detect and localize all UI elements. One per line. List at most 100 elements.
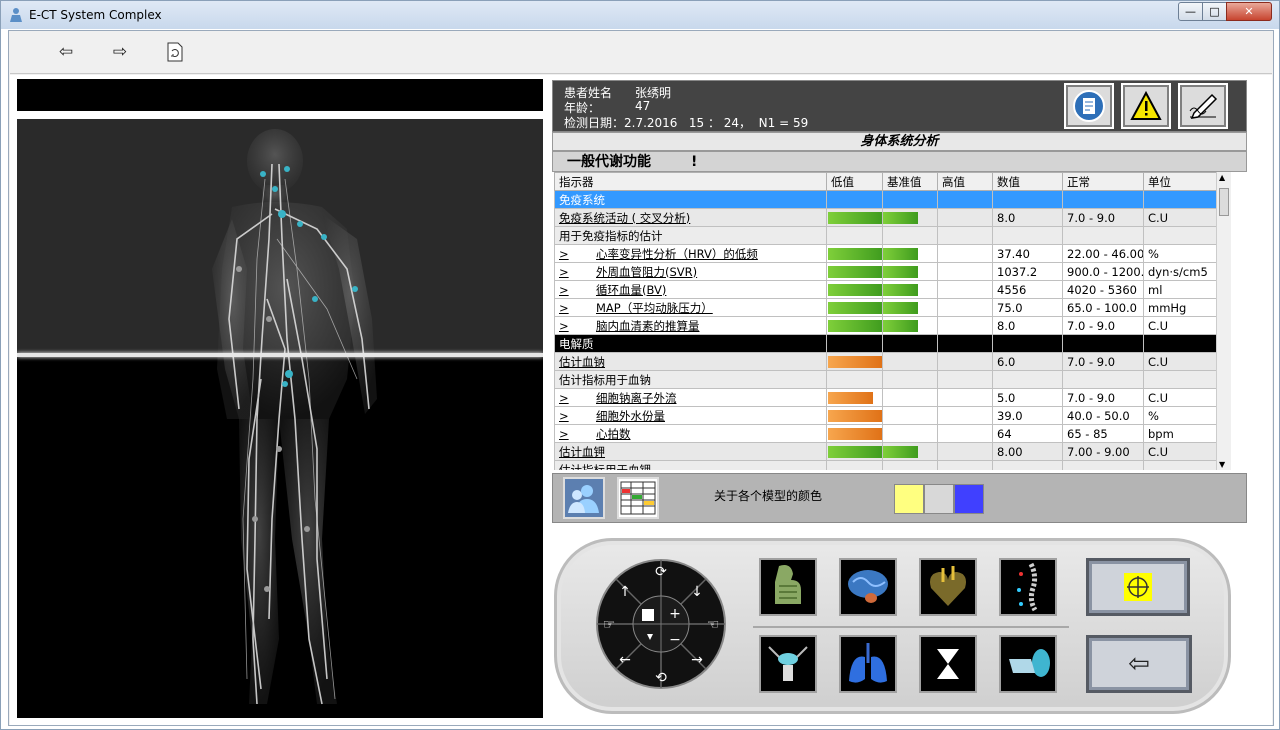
row-label[interactable]: 循环血量(BV): [596, 283, 666, 297]
range-cell-1: [882, 424, 938, 443]
table-row[interactable]: 免疫系统活动 ( 交叉分析) 8.0 7.0 - 9.0 C.U: [554, 208, 1216, 227]
glands-icon: [768, 646, 808, 681]
table-row[interactable]: 估计血钠 6.0 7.0 - 9.0 C.U: [554, 352, 1216, 371]
unit-cell: bpm: [1143, 424, 1216, 443]
value-cell: 5.0: [992, 388, 1063, 407]
minimize-icon: —: [1185, 5, 1196, 18]
column-header-3[interactable]: 高值: [937, 172, 993, 191]
scroll-down-icon[interactable]: ▼: [1219, 460, 1225, 469]
table-view-button[interactable]: [617, 477, 659, 519]
digestive-system-button[interactable]: [759, 558, 817, 616]
level-bar: [828, 410, 882, 422]
body-3d-viewer[interactable]: [17, 119, 543, 718]
range-cell-1: [882, 226, 938, 245]
minimize-button[interactable]: —: [1178, 2, 1203, 21]
lungs-button[interactable]: [839, 635, 897, 693]
maximize-button[interactable]: □: [1202, 2, 1227, 21]
endocrine-button[interactable]: [759, 635, 817, 693]
table-row[interactable]: > MAP（平均动脉压力） 75.0 65.0 - 100.0 mmHg: [554, 298, 1216, 317]
table-row[interactable]: 免疫系统: [554, 190, 1216, 209]
forward-button[interactable]: ⇨: [108, 41, 132, 63]
range-cell-0: [826, 442, 883, 461]
table-row[interactable]: > 循环血量(BV) 4556 4020 - 5360 ml: [554, 280, 1216, 299]
range-cell-1: [882, 406, 938, 425]
table-row[interactable]: 估计血钾 8.00 7.00 - 9.00 C.U: [554, 442, 1216, 461]
close-button[interactable]: ✕: [1226, 2, 1272, 21]
warning-button[interactable]: [1121, 83, 1171, 129]
table-row[interactable]: > 心拍数 64 65 - 85 bpm: [554, 424, 1216, 443]
lymphatic-body-model-image: [212, 129, 377, 705]
brain-button[interactable]: [839, 558, 897, 616]
scroll-up-icon[interactable]: ▲: [1219, 173, 1225, 182]
level-bar: [828, 302, 882, 314]
row-label[interactable]: MAP（平均动脉压力）: [596, 301, 713, 315]
back-button[interactable]: ⇦: [54, 41, 78, 63]
spine-button[interactable]: [999, 558, 1057, 616]
row-label[interactable]: 心率变异性分析（HRV）的低频: [596, 247, 758, 261]
edit-notes-button[interactable]: [1178, 83, 1228, 129]
table-row[interactable]: 用于免疫指标的估计: [554, 226, 1216, 245]
refresh-document-icon: [167, 42, 183, 62]
column-header-6[interactable]: 单位: [1143, 172, 1216, 191]
arrow-up-icon: ↑: [619, 584, 631, 600]
row-label[interactable]: 心拍数: [596, 427, 631, 441]
spine-icon: [1017, 562, 1038, 612]
row-label[interactable]: 脑内血清素的推算量: [596, 319, 700, 333]
rotation-wheel[interactable]: ⟳ ⟲ ↑ ↓ ← → ☞ ☜ + −: [595, 558, 727, 690]
range-cell-0: [826, 316, 883, 335]
column-header-5[interactable]: 正常: [1062, 172, 1144, 191]
maximize-icon: □: [1209, 5, 1220, 18]
row-label[interactable]: 细胞外水份量: [596, 409, 665, 423]
normal-cell: 65 - 85: [1062, 424, 1144, 443]
value-cell: 39.0: [992, 406, 1063, 425]
return-button[interactable]: ⇦: [1086, 635, 1192, 693]
column-header-0[interactable]: 指示器: [554, 172, 827, 191]
row-label[interactable]: 外周血管阻力(SVR): [596, 265, 697, 279]
normal-cell: [1062, 226, 1144, 245]
patient-model-button[interactable]: [563, 477, 605, 519]
report-button[interactable]: [1064, 83, 1114, 129]
row-label[interactable]: 细胞钠离子外流: [596, 391, 677, 405]
kidneys-button[interactable]: [999, 635, 1057, 693]
table-scrollbar[interactable]: ▲ ▼: [1216, 172, 1231, 470]
heart-button[interactable]: [919, 558, 977, 616]
range-cell-0: [826, 226, 883, 245]
pen-writing-icon: [1189, 93, 1218, 119]
unit-cell: C.U: [1143, 442, 1216, 461]
table-row[interactable]: > 细胞钠离子外流 5.0 7.0 - 9.0 C.U: [554, 388, 1216, 407]
range-cell-1: [882, 370, 938, 389]
unit-cell: [1143, 190, 1216, 209]
row-prefix: >: [559, 300, 569, 315]
range-cell-0: [826, 370, 883, 389]
target-focus-button[interactable]: [1086, 558, 1190, 616]
table-row[interactable]: 估计指标用于血钠: [554, 370, 1216, 389]
indicator-cell: 估计指标用于血钾: [554, 460, 827, 470]
scan-plane-line[interactable]: [17, 353, 543, 357]
row-label[interactable]: 免疫系统活动 ( 交叉分析): [559, 211, 690, 225]
range-cell-1: [882, 388, 938, 407]
refresh-button[interactable]: [163, 41, 187, 63]
unit-cell: C.U: [1143, 388, 1216, 407]
range-cell-1: [882, 334, 938, 353]
table-row[interactable]: 估计指标用于血钾: [554, 460, 1216, 470]
hand-right-icon: ☜: [707, 617, 720, 633]
scroll-thumb[interactable]: [1219, 188, 1229, 216]
table-row[interactable]: > 心率变异性分析（HRV）的低频 37.40 22.00 - 46.00%: [554, 244, 1216, 263]
workspace: 患者姓名 张绣明 年龄： 47 检测日期：2.7.2016 15 ： 24， N…: [10, 75, 1272, 725]
normal-cell: 7.0 - 9.0: [1062, 352, 1144, 371]
column-header-4[interactable]: 数值: [992, 172, 1063, 191]
return-arrow-icon: ⇦: [1128, 649, 1150, 679]
table-row[interactable]: > 细胞外水份量 39.0 40.0 - 50.0%: [554, 406, 1216, 425]
table-row[interactable]: > 脑内血清素的推算量 8.0 7.0 - 9.0 C.U: [554, 316, 1216, 335]
row-label[interactable]: 估计血钠: [559, 355, 605, 369]
row-label[interactable]: 估计血钾: [559, 445, 605, 459]
table-row[interactable]: > 外周血管阻力(SVR) 1037.2 900.0 - 1200. dyn·s/cm5: [554, 262, 1216, 281]
people-icon: [568, 485, 599, 513]
column-header-2[interactable]: 基准值: [882, 172, 938, 191]
hourglass-button[interactable]: [919, 635, 977, 693]
value-cell: [992, 460, 1063, 470]
table-row[interactable]: 电解质: [554, 334, 1216, 353]
column-header-1[interactable]: 低值: [826, 172, 883, 191]
indicator-cell: > 细胞外水份量: [554, 406, 827, 425]
indicator-cell: 免疫系统: [554, 190, 827, 209]
